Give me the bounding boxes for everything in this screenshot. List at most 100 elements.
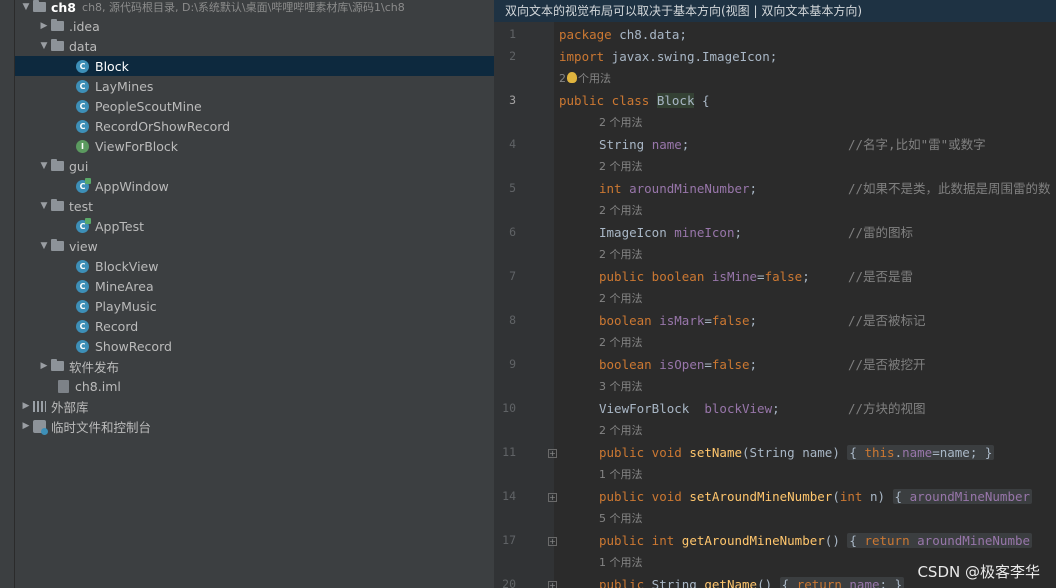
- folded-body[interactable]: { this.name=name; }: [847, 445, 995, 460]
- package-icon: [51, 199, 64, 211]
- tree-item-recordorshowrecord[interactable]: C RecordOrShowRecord: [15, 116, 494, 136]
- tree-item-data[interactable]: ▼ data: [15, 36, 494, 56]
- chevron-right-icon[interactable]: ▶: [19, 401, 33, 411]
- code-line-4[interactable]: String name;: [599, 135, 689, 155]
- tree-item-label: ch8.iml: [75, 378, 121, 394]
- chevron-down-icon[interactable]: ▼: [37, 161, 51, 171]
- code-line-20[interactable]: public String getName() { return name; }: [599, 575, 905, 588]
- code-line-1[interactable]: package ch8.data;: [559, 25, 687, 45]
- field: aroundMineNumbe: [917, 533, 1031, 548]
- module-folder-icon: [33, 0, 46, 12]
- fold-icon[interactable]: +: [548, 537, 557, 546]
- folded-body[interactable]: { return aroundMineNumbe: [847, 533, 1033, 548]
- tree-item-label: data: [69, 38, 98, 54]
- fold-icon[interactable]: +: [548, 581, 557, 588]
- usage-hint[interactable]: 1 个用法: [599, 467, 643, 483]
- tree-item-label: 外部库: [51, 399, 89, 415]
- comment-text: //是否被标记: [848, 313, 926, 328]
- chevron-down-icon[interactable]: ▼: [37, 241, 51, 251]
- tree-item-iml[interactable]: ch8.iml: [15, 376, 494, 396]
- folded-body[interactable]: { return name; }: [779, 577, 905, 588]
- usage-hint[interactable]: 5 个用法: [599, 511, 643, 527]
- chevron-down-icon[interactable]: ▼: [19, 2, 33, 12]
- keyword: public int: [599, 533, 675, 548]
- tree-item-blockview[interactable]: C BlockView: [15, 256, 494, 276]
- tree-item-label: Record: [95, 318, 139, 334]
- code-editor[interactable]: 双向文本的视觉布局可以取决于基本方向(视图 | 双向文本基本方向) 1 2 3 …: [494, 0, 1056, 588]
- usage-hint[interactable]: 2 个用法: [599, 247, 643, 263]
- code-text: ch8.data;: [611, 27, 687, 42]
- usage-hint[interactable]: 1 个用法: [599, 555, 643, 571]
- code-line-17[interactable]: public int getAroundMineNumber() { retur…: [599, 531, 1033, 551]
- tree-item-test[interactable]: ▼ test: [15, 196, 494, 216]
- code-line-7[interactable]: public boolean isMine=false;: [599, 267, 810, 287]
- tree-item-playmusic[interactable]: C PlayMusic: [15, 296, 494, 316]
- field: isMine: [711, 269, 758, 284]
- usage-hint[interactable]: 2 个用法: [599, 335, 643, 351]
- usage-hint[interactable]: 2 个用法: [599, 291, 643, 307]
- folded-body[interactable]: { aroundMineNumber: [892, 489, 1033, 504]
- tree-item-showrecord[interactable]: C ShowRecord: [15, 336, 494, 356]
- usage-hint[interactable]: 2 个用法: [599, 423, 643, 439]
- tree-item-label: RecordOrShowRecord: [95, 118, 231, 134]
- tree-item-apptest[interactable]: C AppTest: [15, 216, 494, 236]
- tree-item-label: AppTest: [95, 218, 145, 234]
- tree-item-record[interactable]: C Record: [15, 316, 494, 336]
- line-gutter: 1 2 3 4 5 6 7 8 9 10 11 14 17 20 + + + +: [494, 22, 557, 588]
- chevron-right-icon[interactable]: ▶: [19, 421, 33, 431]
- library-icon: [33, 400, 46, 412]
- comment: //雷的图标: [848, 223, 913, 243]
- tree-item-idea[interactable]: ▶ .idea: [15, 16, 494, 36]
- tree-item-minearea[interactable]: C MineArea: [15, 276, 494, 296]
- usage-hint[interactable]: 2 个用法: [599, 203, 643, 219]
- usage-hint[interactable]: 2 个用法: [599, 159, 643, 175]
- keyword: return: [796, 577, 842, 588]
- comment: //是否被挖开: [848, 355, 926, 375]
- code-line-2[interactable]: import javax.swing.ImageIcon;: [559, 47, 777, 67]
- usage-hint[interactable]: 2 个用法: [599, 115, 643, 131]
- method-name: getAroundMineNumber: [681, 533, 825, 548]
- tree-item-external-libraries[interactable]: ▶ 外部库: [15, 396, 494, 416]
- tree-item-block[interactable]: C Block: [15, 56, 494, 76]
- notification-banner[interactable]: 双向文本的视觉布局可以取决于基本方向(视图 | 双向文本基本方向): [494, 0, 1056, 22]
- tree-item-scratches[interactable]: ▶ 临时文件和控制台: [15, 416, 494, 436]
- tree-item-gui[interactable]: ▼ gui: [15, 156, 494, 176]
- interface-icon: I: [76, 139, 89, 153]
- class-icon: C: [76, 259, 89, 273]
- chevron-down-icon[interactable]: ▼: [37, 41, 51, 51]
- fold-icon[interactable]: +: [548, 449, 557, 458]
- comment: //是否是雷: [848, 267, 913, 287]
- code-line-10[interactable]: ViewForBlock blockView;: [599, 399, 780, 419]
- fold-icon[interactable]: +: [548, 493, 557, 502]
- keyword: int: [599, 181, 622, 196]
- code-line-9[interactable]: boolean isOpen=false;: [599, 355, 757, 375]
- comment: //方块的视图: [848, 399, 926, 419]
- tree-item-laymines[interactable]: C LayMines: [15, 76, 494, 96]
- code-line-11[interactable]: public void setName(String name) { this.…: [599, 443, 995, 463]
- usage-hint[interactable]: 2 个用法: [559, 71, 611, 87]
- params: (): [824, 533, 840, 548]
- code-line-5[interactable]: int aroundMineNumber;: [599, 179, 757, 199]
- class-icon: C: [76, 319, 89, 333]
- type: String: [599, 137, 645, 152]
- literal: false: [711, 357, 750, 372]
- tree-root-ch8[interactable]: ▼ ch8 ch8, 源代码根目录, D:\系统默认\桌面\哔哩哔哩素材库\源码…: [15, 0, 494, 17]
- code-line-3[interactable]: public class Block {: [559, 91, 710, 111]
- usage-hint[interactable]: 3 个用法: [599, 379, 643, 395]
- tree-item-peoplescoutmine[interactable]: C PeopleScoutMine: [15, 96, 494, 116]
- chevron-down-icon[interactable]: ▼: [37, 201, 51, 211]
- code-line-8[interactable]: boolean isMark=false;: [599, 311, 757, 331]
- chevron-right-icon[interactable]: ▶: [37, 21, 51, 31]
- chevron-right-icon[interactable]: ▶: [37, 361, 51, 371]
- tree-item-label: AppWindow: [95, 178, 169, 194]
- comment-text: //如果不是类，此数据是周围雷的数: [848, 181, 1051, 196]
- tree-item-view[interactable]: ▼ view: [15, 236, 494, 256]
- module-file-icon: [58, 379, 69, 393]
- tree-item-viewforblock[interactable]: I ViewForBlock: [15, 136, 494, 156]
- keyword: public class: [559, 93, 650, 108]
- tree-item-appwindow[interactable]: C AppWindow: [15, 176, 494, 196]
- lightbulb-icon[interactable]: [567, 72, 577, 83]
- code-line-6[interactable]: ImageIcon mineIcon;: [599, 223, 742, 243]
- code-line-14[interactable]: public void setAroundMineNumber(int n) {…: [599, 487, 1033, 507]
- tree-item-release[interactable]: ▶ 软件发布: [15, 356, 494, 376]
